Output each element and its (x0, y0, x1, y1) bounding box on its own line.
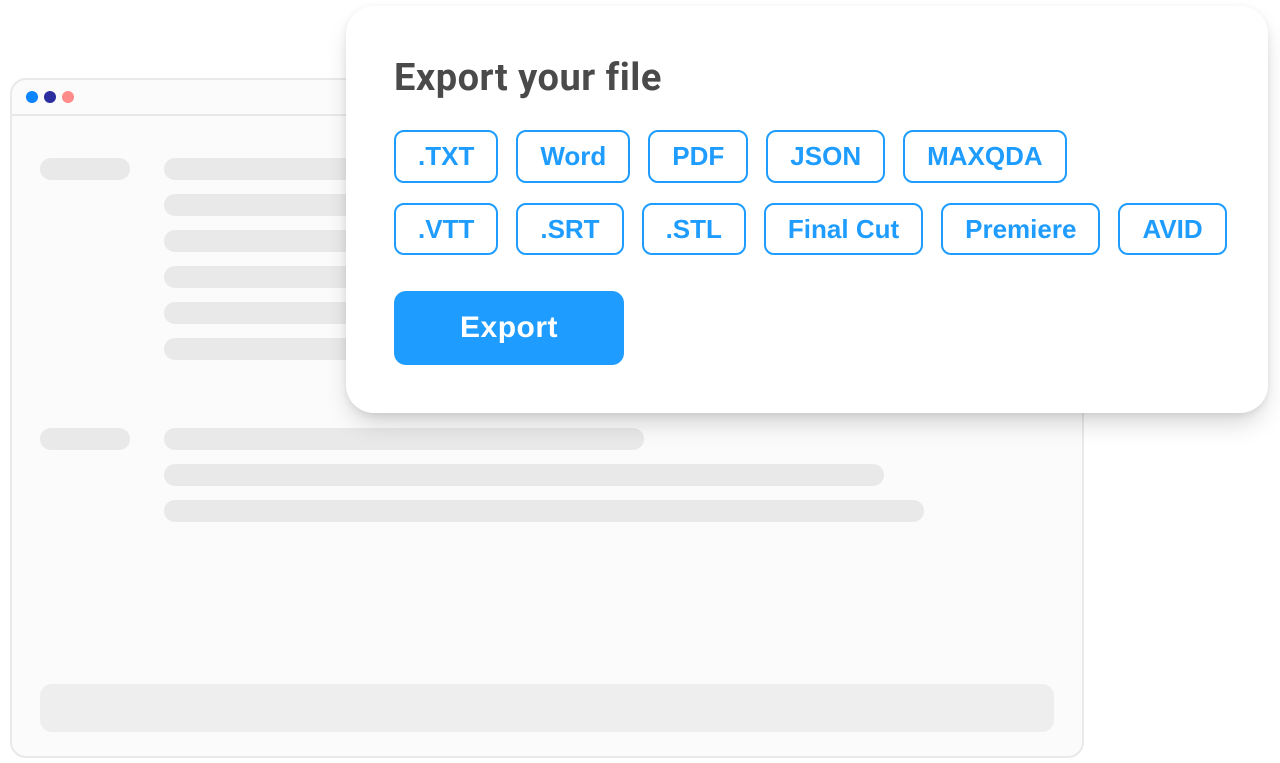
skeleton-line (164, 500, 924, 522)
format-chip-txt[interactable]: .TXT (394, 130, 498, 183)
format-chip-word[interactable]: Word (516, 130, 630, 183)
format-chip-stl[interactable]: .STL (642, 203, 746, 256)
skeleton-label (40, 428, 130, 450)
format-row-2: .VTT .SRT .STL Final Cut Premiere AVID (394, 203, 1220, 256)
skeleton-footer-bar (40, 684, 1054, 732)
export-dialog: Export your file .TXT Word PDF JSON MAXQ… (346, 6, 1268, 413)
skeleton-line (164, 464, 884, 486)
traffic-light-navy-icon (44, 91, 56, 103)
format-chip-pdf[interactable]: PDF (648, 130, 748, 183)
format-chip-maxqda[interactable]: MAXQDA (903, 130, 1067, 183)
skeleton-label (40, 158, 130, 180)
format-options: .TXT Word PDF JSON MAXQDA .VTT .SRT .STL… (394, 130, 1220, 255)
skeleton-line (164, 428, 644, 450)
format-chip-vtt[interactable]: .VTT (394, 203, 498, 256)
format-chip-finalcut[interactable]: Final Cut (764, 203, 923, 256)
export-title: Export your file (394, 56, 1220, 100)
traffic-light-pink-icon (62, 91, 74, 103)
format-row-1: .TXT Word PDF JSON MAXQDA (394, 130, 1220, 183)
export-button[interactable]: Export (394, 291, 624, 365)
skeleton-lines (164, 428, 1054, 522)
traffic-light-blue-icon (26, 91, 38, 103)
format-chip-premiere[interactable]: Premiere (941, 203, 1100, 256)
format-chip-avid[interactable]: AVID (1118, 203, 1226, 256)
skeleton-block (40, 428, 1054, 522)
format-chip-json[interactable]: JSON (766, 130, 885, 183)
format-chip-srt[interactable]: .SRT (516, 203, 623, 256)
